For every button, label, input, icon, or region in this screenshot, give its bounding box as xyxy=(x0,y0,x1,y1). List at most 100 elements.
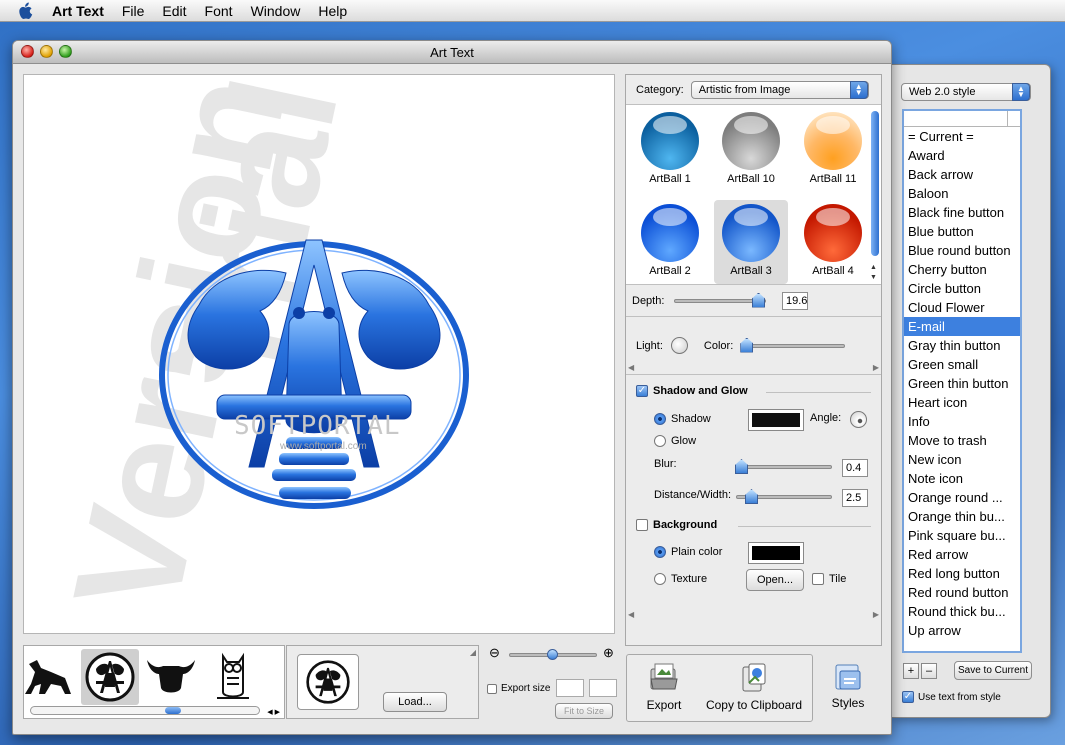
styles-label: Styles xyxy=(831,696,865,710)
artball-item[interactable]: ArtBall 4 xyxy=(796,200,870,284)
depth-slider[interactable] xyxy=(674,292,766,308)
menu-file[interactable]: File xyxy=(122,3,145,19)
shadow-label: Shadow xyxy=(671,413,711,425)
copy-to-clipboard-button[interactable]: Copy to Clipboard xyxy=(699,661,809,712)
export-width-field[interactable] xyxy=(556,679,584,697)
minimize-window-button[interactable] xyxy=(40,45,53,58)
menu-font[interactable]: Font xyxy=(205,3,233,19)
export-button[interactable]: Export xyxy=(639,661,689,712)
save-to-current-button[interactable]: Save to Current xyxy=(954,661,1032,680)
blur-slider[interactable] xyxy=(735,459,832,474)
thumbnail-scrollbar[interactable] xyxy=(30,706,260,715)
texture-radio[interactable] xyxy=(654,573,666,585)
scroll-arrows-icon[interactable]: ◀ ▶ xyxy=(267,708,280,716)
style-list-item[interactable]: Pink square bu... xyxy=(904,526,1020,545)
open-texture-button[interactable]: Open... xyxy=(746,569,804,591)
thumbnail-dinosaur[interactable] xyxy=(24,649,76,705)
style-list-item[interactable]: Cloud Flower xyxy=(904,298,1020,317)
zoom-out-icon[interactable]: ⊖ xyxy=(489,645,500,661)
expand-arrow-icon[interactable]: ▶ xyxy=(873,363,879,372)
artball-item[interactable]: ArtBall 11 xyxy=(796,108,870,192)
export-size-checkbox[interactable] xyxy=(487,683,497,694)
style-list-item[interactable]: Heart icon xyxy=(904,393,1020,412)
style-list-item[interactable]: Move to trash xyxy=(904,431,1020,450)
angle-dial[interactable] xyxy=(850,411,867,428)
menu-help[interactable]: Help xyxy=(318,3,347,19)
artwork-canvas[interactable]: Trial Version SOFTPORTAL www.softportal.… xyxy=(23,74,615,634)
artball-item[interactable]: ArtBall 2 xyxy=(633,200,707,284)
light-direction-dial[interactable] xyxy=(670,337,688,354)
style-list-item[interactable]: Info xyxy=(904,412,1020,431)
style-list-item[interactable]: Green thin button xyxy=(904,374,1020,393)
style-list-item[interactable]: = Current = xyxy=(904,127,1020,146)
style-list-item[interactable]: Circle button xyxy=(904,279,1020,298)
artball-item[interactable]: ArtBall 1 xyxy=(633,108,707,192)
tile-checkbox[interactable] xyxy=(812,573,824,585)
remove-style-button[interactable]: – xyxy=(921,663,937,679)
style-list-item[interactable]: Award xyxy=(904,146,1020,165)
thumbnail-owl[interactable] xyxy=(204,649,262,705)
shadow-radio[interactable] xyxy=(654,413,666,425)
select-arrows-icon: ▲ ▼ xyxy=(849,80,868,99)
export-height-field[interactable] xyxy=(589,679,617,697)
style-list-item[interactable]: E-mail xyxy=(904,317,1020,336)
copy-label: Copy to Clipboard xyxy=(705,698,803,712)
style-list-item[interactable]: Blue button xyxy=(904,222,1020,241)
zoom-slider[interactable] xyxy=(509,649,597,660)
fit-to-size-button[interactable]: Fit to Size xyxy=(555,703,613,719)
expand-arrow-icon[interactable]: ▶ xyxy=(873,610,879,619)
blur-value[interactable]: 0.4 xyxy=(842,459,868,477)
style-list-item[interactable]: Baloon xyxy=(904,184,1020,203)
use-text-checkbox[interactable]: ✓ xyxy=(902,691,914,703)
distance-value[interactable]: 2.5 xyxy=(842,489,868,507)
shadow-glow-checkbox[interactable]: ✓ xyxy=(636,385,648,397)
style-set-select[interactable]: Web 2.0 style ▲ ▼ xyxy=(901,83,1031,101)
background-checkbox[interactable] xyxy=(636,519,648,531)
zoom-window-button[interactable] xyxy=(59,45,72,58)
add-style-button[interactable]: + xyxy=(903,663,919,679)
shadow-color-well[interactable] xyxy=(748,409,804,431)
menu-window[interactable]: Window xyxy=(251,3,301,19)
load-image-button[interactable]: Load... xyxy=(383,692,447,712)
export-size-label: Export size xyxy=(501,683,551,694)
style-list-item[interactable]: Green small xyxy=(904,355,1020,374)
selected-image-thumbnail[interactable] xyxy=(297,654,359,710)
style-list-item[interactable]: Gray thin button xyxy=(904,336,1020,355)
menu-edit[interactable]: Edit xyxy=(162,3,186,19)
collapse-arrow-icon[interactable]: ◀ xyxy=(628,363,634,372)
category-select[interactable]: Artistic from Image ▲ ▼ xyxy=(690,80,869,99)
style-list-item[interactable]: Cherry button xyxy=(904,260,1020,279)
zoom-in-icon[interactable]: ⊕ xyxy=(603,645,614,661)
styles-button[interactable]: Styles xyxy=(823,661,873,710)
style-list-item[interactable]: Orange thin bu... xyxy=(904,507,1020,526)
style-list-item[interactable]: Blue round button xyxy=(904,241,1020,260)
style-list-item[interactable]: Red long button xyxy=(904,564,1020,583)
style-list-item[interactable]: Red arrow xyxy=(904,545,1020,564)
style-list-item[interactable]: Orange round ... xyxy=(904,488,1020,507)
depth-value[interactable]: 19.6 xyxy=(782,291,808,310)
apple-menu-icon[interactable] xyxy=(16,2,36,20)
style-list[interactable]: = Current = Award Back arrow Baloon Black fi… xyxy=(902,109,1022,653)
style-list-item[interactable]: Black fine button xyxy=(904,203,1020,222)
gallery-scrollbar[interactable]: ▲ ▼ xyxy=(870,107,880,281)
style-list-item[interactable]: Red round button xyxy=(904,583,1020,602)
collapse-arrow-icon[interactable]: ◢ xyxy=(470,648,476,657)
style-list-item[interactable]: New icon xyxy=(904,450,1020,469)
menu-app-name[interactable]: Art Text xyxy=(52,3,104,19)
thumbnail-lobster-logo[interactable] xyxy=(81,649,139,705)
style-list-item[interactable]: Note icon xyxy=(904,469,1020,488)
glow-radio[interactable] xyxy=(654,435,666,447)
close-window-button[interactable] xyxy=(21,45,34,58)
color-slider[interactable] xyxy=(740,337,846,353)
thumbnail-bull[interactable] xyxy=(142,649,200,705)
artball-item[interactable]: ArtBall 10 xyxy=(714,108,788,192)
plain-color-radio[interactable] xyxy=(654,546,666,558)
style-list-item[interactable]: Round thick bu... xyxy=(904,602,1020,621)
artball-item[interactable]: ArtBall 3 xyxy=(714,200,788,284)
style-list-item[interactable]: Up arrow xyxy=(904,621,1020,640)
background-color-well[interactable] xyxy=(748,542,804,564)
style-list-item[interactable]: Back arrow xyxy=(904,165,1020,184)
thumbnail-partial[interactable] xyxy=(262,649,284,705)
distance-slider[interactable] xyxy=(736,489,832,504)
collapse-arrow-icon[interactable]: ◀ xyxy=(628,610,634,619)
